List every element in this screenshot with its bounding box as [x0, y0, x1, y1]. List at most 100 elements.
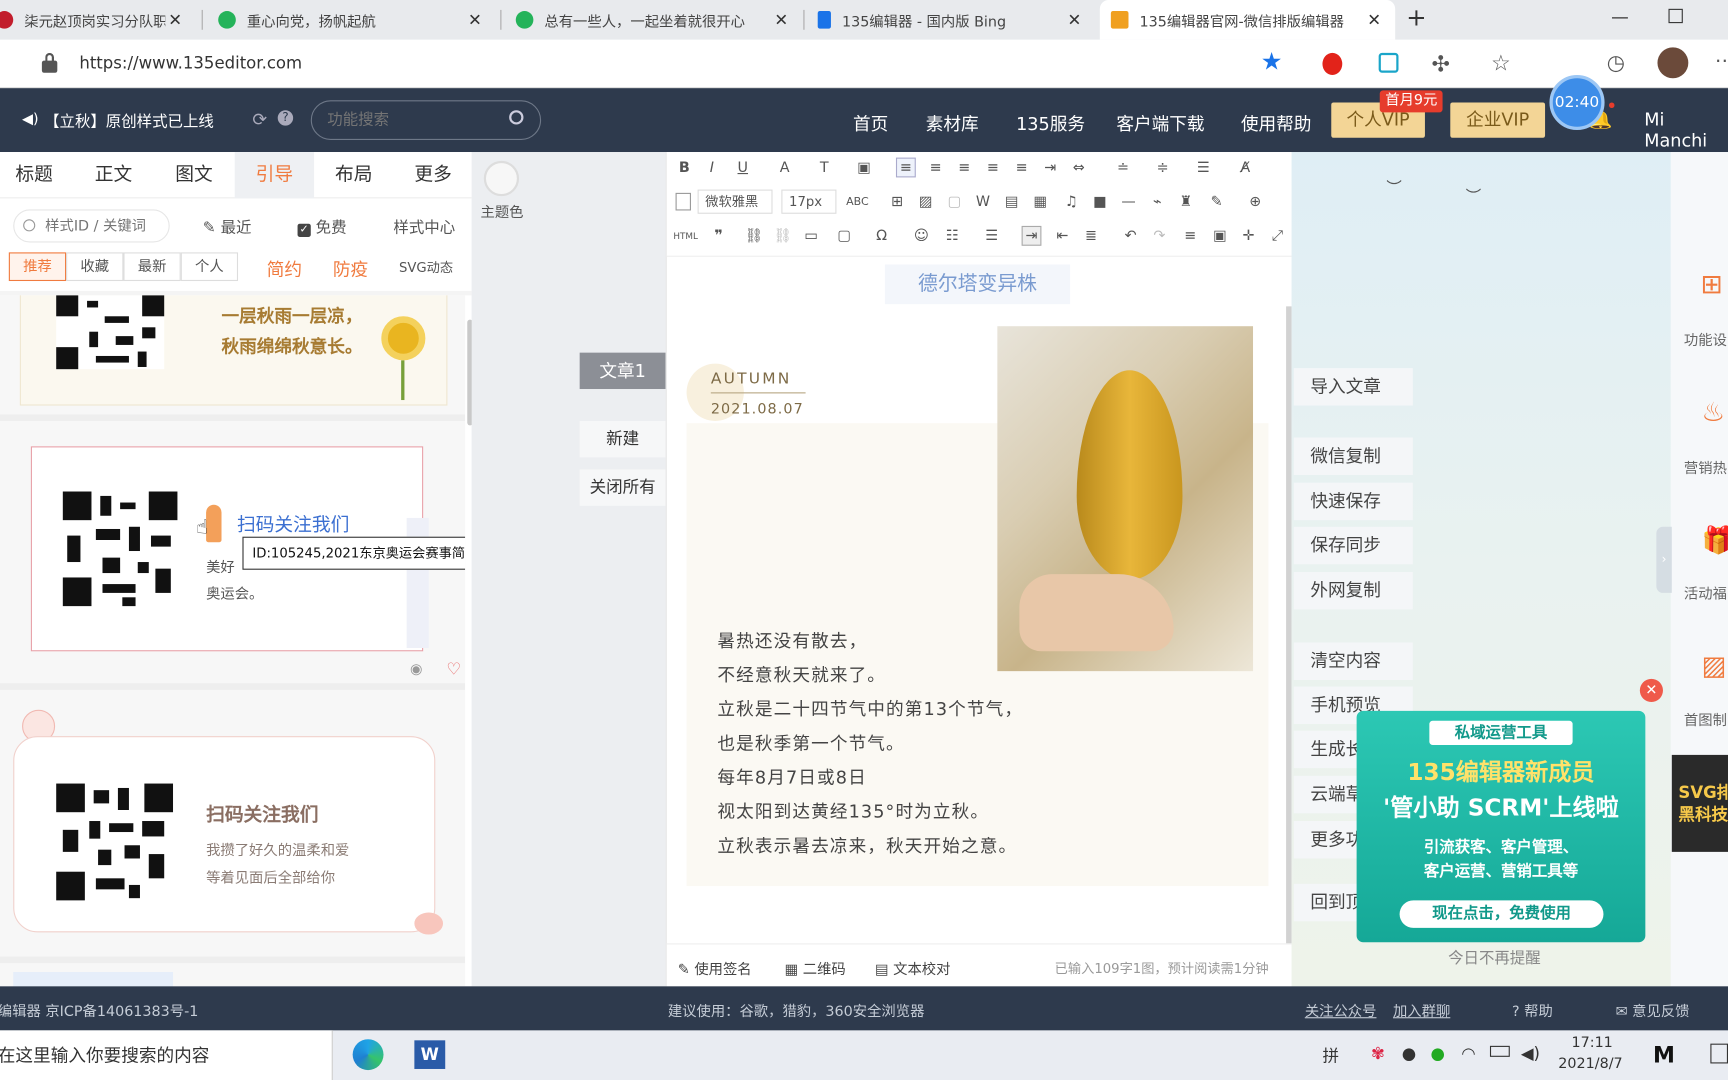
- activity-benefits-label[interactable]: 活动福: [1684, 582, 1727, 603]
- chip-recommended[interactable]: 推荐: [8, 252, 67, 282]
- word-icon[interactable]: W: [414, 1040, 446, 1069]
- enterprise-vip-button[interactable]: 企业VIP: [1450, 102, 1546, 138]
- extension-icon[interactable]: [1378, 52, 1399, 73]
- announcement-text[interactable]: 【立秋】原创样式已上线: [44, 110, 214, 132]
- tag-simple[interactable]: 简约: [267, 255, 302, 281]
- minimize-button[interactable]: —: [1611, 7, 1629, 28]
- grid-icon[interactable]: ⊞: [1700, 269, 1722, 300]
- tag-svg[interactable]: SVG动态: [399, 258, 453, 277]
- close-tab-icon[interactable]: ✕: [771, 10, 791, 30]
- microphone-icon[interactable]: ●: [1402, 1044, 1416, 1064]
- font-family-select[interactable]: 微软雅黑: [697, 189, 773, 214]
- paragraph-icon[interactable]: ≡: [1180, 227, 1200, 247]
- spellcheck-icon[interactable]: ABC: [843, 193, 872, 213]
- tab-guide[interactable]: 引导: [234, 152, 315, 199]
- style-search[interactable]: [13, 209, 170, 243]
- add-icon[interactable]: ✛: [1239, 227, 1259, 247]
- zoom-icon[interactable]: ⊕: [1245, 193, 1265, 213]
- outdent-icon[interactable]: ⇥: [1040, 159, 1060, 179]
- checkbox-checked-icon[interactable]: ✓: [297, 223, 311, 237]
- close-tab-icon[interactable]: ✕: [165, 10, 185, 30]
- feature-search-input[interactable]: [327, 109, 493, 132]
- line-spacing-icon[interactable]: ⇔: [1069, 159, 1089, 179]
- browser-tab-5-active[interactable]: 135编辑器官网-微信排版编辑器 ✕: [1099, 0, 1396, 40]
- function-settings-label[interactable]: 功能设: [1684, 328, 1727, 350]
- date-label[interactable]: 2021.08.07: [711, 401, 804, 418]
- wechat-copy-button[interactable]: 微信复制: [1293, 437, 1413, 475]
- article-heading[interactable]: 德尔塔变异株: [884, 264, 1071, 305]
- image-icon[interactable]: ▨: [916, 193, 936, 213]
- wifi-icon[interactable]: ◠: [1461, 1044, 1475, 1064]
- quick-save-button[interactable]: 快速保存: [1293, 482, 1413, 521]
- row-spacing-icon[interactable]: ≣: [1081, 227, 1101, 247]
- font-size-select[interactable]: 17px: [781, 189, 837, 214]
- tag-epidemic[interactable]: 防疫: [333, 255, 368, 281]
- menu-icon[interactable]: ⋯: [1715, 50, 1728, 73]
- taskbar-search[interactable]: 在这里输入你要搜索的内容: [0, 1030, 333, 1080]
- nav-services[interactable]: 135服务: [1016, 109, 1085, 135]
- ad-cta-button[interactable]: 现在点击，免费使用: [1399, 900, 1604, 928]
- link-icon[interactable]: ⌁: [1147, 193, 1167, 213]
- timer-badge[interactable]: 02:40: [1549, 74, 1605, 131]
- icp-text[interactable]: 编辑器 京ICP备14061383号-1: [0, 1000, 198, 1021]
- list-spacing-icon[interactable]: ☰: [1194, 159, 1214, 179]
- body-line-5[interactable]: 每年8月7日或8日: [717, 763, 866, 789]
- undo-icon[interactable]: ↶: [1121, 227, 1141, 247]
- style-center-link[interactable]: 样式中心: [393, 216, 455, 238]
- browser-tab-4[interactable]: 135编辑器 - 国内版 Bing ✕: [807, 0, 1096, 40]
- star-icon[interactable]: ★: [1261, 48, 1283, 76]
- font-color-icon[interactable]: A: [775, 159, 795, 179]
- wechat-tray-icon[interactable]: ●: [1430, 1044, 1444, 1064]
- body-line-6[interactable]: 视太阳到达黄经135°时为立秋。: [717, 797, 989, 823]
- italic-icon[interactable]: I: [702, 159, 722, 179]
- close-tab-icon[interactable]: ✕: [1364, 10, 1384, 30]
- tab-title[interactable]: 标题: [0, 152, 68, 198]
- chip-favorites[interactable]: 收藏: [66, 252, 124, 282]
- close-tab-icon[interactable]: ✕: [1065, 10, 1085, 30]
- theme-color-icon[interactable]: [483, 160, 520, 197]
- cover-maker-label[interactable]: 首图制: [1684, 709, 1727, 730]
- qrcode-button[interactable]: ▦ 二维码: [785, 958, 846, 979]
- body-line-7[interactable]: 立秋表示暑去凉来，秋天开始之意。: [717, 831, 1017, 857]
- notification-center-icon[interactable]: [1710, 1043, 1728, 1064]
- body-line-1[interactable]: 暑热还没有散去，: [717, 626, 867, 652]
- fullscreen-icon[interactable]: ⤢: [1267, 227, 1287, 247]
- nav-home[interactable]: 首页: [853, 109, 888, 135]
- username[interactable]: Mi Manchi: [1644, 109, 1728, 151]
- tab-layout[interactable]: 布局: [320, 152, 388, 198]
- import-article-button[interactable]: 导入文章: [1293, 368, 1413, 406]
- new-doc-button[interactable]: 新建: [579, 420, 666, 458]
- video-icon[interactable]: ■: [1090, 193, 1110, 213]
- doc-tab-article-1[interactable]: 文章1: [579, 352, 666, 390]
- clear-format-icon[interactable]: A̸: [1235, 159, 1255, 179]
- html-icon[interactable]: HTML: [673, 227, 698, 247]
- link-chain-icon[interactable]: ⛓: [744, 227, 764, 247]
- maximize-button[interactable]: [1668, 8, 1683, 24]
- feature-search[interactable]: [310, 100, 542, 140]
- save-sync-button[interactable]: 保存同步: [1293, 526, 1413, 565]
- align-right-icon[interactable]: ≡: [954, 159, 974, 179]
- volume-icon[interactable]: ◀): [1521, 1044, 1540, 1064]
- marketing-hot-label[interactable]: 营销热: [1684, 456, 1727, 478]
- paragraph-after-icon[interactable]: ≑: [1153, 159, 1173, 179]
- rtl-icon[interactable]: ⇤: [1052, 227, 1072, 247]
- style-card-autumn-rain[interactable]: 一层秋雨一层凉， 秋雨绵绵秋意长。: [19, 295, 448, 406]
- word-import-icon[interactable]: W: [973, 193, 993, 213]
- ime-indicator[interactable]: 拼: [1322, 1044, 1339, 1067]
- preview-icon[interactable]: ▣: [1210, 227, 1230, 247]
- close-ad-icon[interactable]: ✕: [1639, 678, 1663, 703]
- hide-icon[interactable]: ◉: [410, 661, 423, 678]
- nav-materials[interactable]: 素材库: [926, 109, 979, 135]
- align-left-icon[interactable]: ≡: [895, 157, 916, 178]
- body-line-3[interactable]: 立秋是二十四节气中的第13个节气，: [717, 694, 1023, 720]
- recent-filter[interactable]: ✎ 最近: [203, 216, 252, 238]
- style-card-qr-love[interactable]: 扫码关注我们 我攒了好久的温柔和爱 等着见面后全部给你: [13, 736, 436, 933]
- table-icon[interactable]: ⊞: [887, 193, 907, 213]
- adblock-icon[interactable]: [1322, 52, 1343, 75]
- clock-date[interactable]: 2021/8/7: [1558, 1056, 1622, 1073]
- url-field[interactable]: https://www.135editor.com: [79, 53, 302, 73]
- style-search-input[interactable]: [45, 216, 165, 236]
- clear-content-button[interactable]: 清空内容: [1293, 642, 1413, 680]
- help-icon[interactable]: ?: [277, 110, 294, 126]
- puzzle-icon[interactable]: ✣: [1432, 51, 1450, 77]
